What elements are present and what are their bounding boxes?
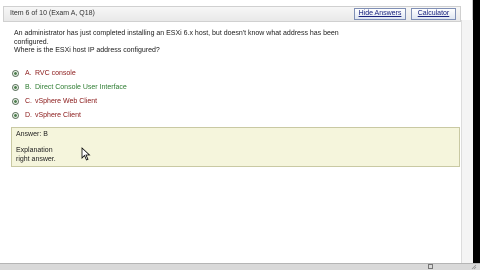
option-letter: C. — [25, 97, 32, 105]
question-line: Where is the ESXi host IP address config… — [14, 47, 160, 54]
option-letter: B. — [25, 83, 32, 91]
answer-panel: Answer: B Explanation right answer. — [11, 127, 460, 167]
option-a[interactable]: A. RVC console — [12, 66, 127, 80]
radio-button-icon[interactable] — [12, 97, 19, 105]
question-line: An administrator has just completed inst… — [14, 30, 339, 37]
resize-grip-icon[interactable] — [471, 264, 477, 270]
explanation-title: Explanation — [16, 147, 53, 154]
option-letter: D. — [25, 111, 32, 119]
status-icon — [428, 264, 433, 269]
status-bar — [0, 263, 480, 270]
answer-options: A. RVC console B. Direct Console User In… — [12, 66, 127, 122]
exam-page: Item 6 of 10 (Exam A, Q18) Hide Answers … — [0, 0, 473, 263]
radio-button-icon[interactable] — [12, 69, 19, 77]
option-d[interactable]: D. vSphere Client — [12, 108, 127, 122]
question-text: An administrator has just completed inst… — [14, 30, 394, 56]
item-counter: Item 6 of 10 (Exam A, Q18) — [10, 10, 95, 17]
option-letter: A. — [25, 69, 32, 77]
option-label: vSphere Client — [35, 111, 81, 119]
mouse-pointer-icon — [81, 147, 91, 161]
option-c[interactable]: C. vSphere Web Client — [12, 94, 127, 108]
hide-answers-button[interactable]: Hide Answers — [354, 8, 406, 20]
option-b[interactable]: B. Direct Console User Interface — [12, 80, 127, 94]
radio-button-icon[interactable] — [12, 83, 19, 91]
question-line: configured. — [14, 38, 49, 46]
vertical-scrollbar[interactable] — [461, 20, 473, 263]
option-label: vSphere Web Client — [35, 97, 98, 105]
calculator-button[interactable]: Calculator — [411, 8, 456, 20]
explanation-text: right answer. — [16, 156, 56, 163]
option-label: Direct Console User Interface — [35, 83, 127, 91]
answer-label: Answer: B — [16, 131, 48, 138]
radio-button-icon[interactable] — [12, 111, 19, 119]
option-label: RVC console — [35, 69, 76, 77]
